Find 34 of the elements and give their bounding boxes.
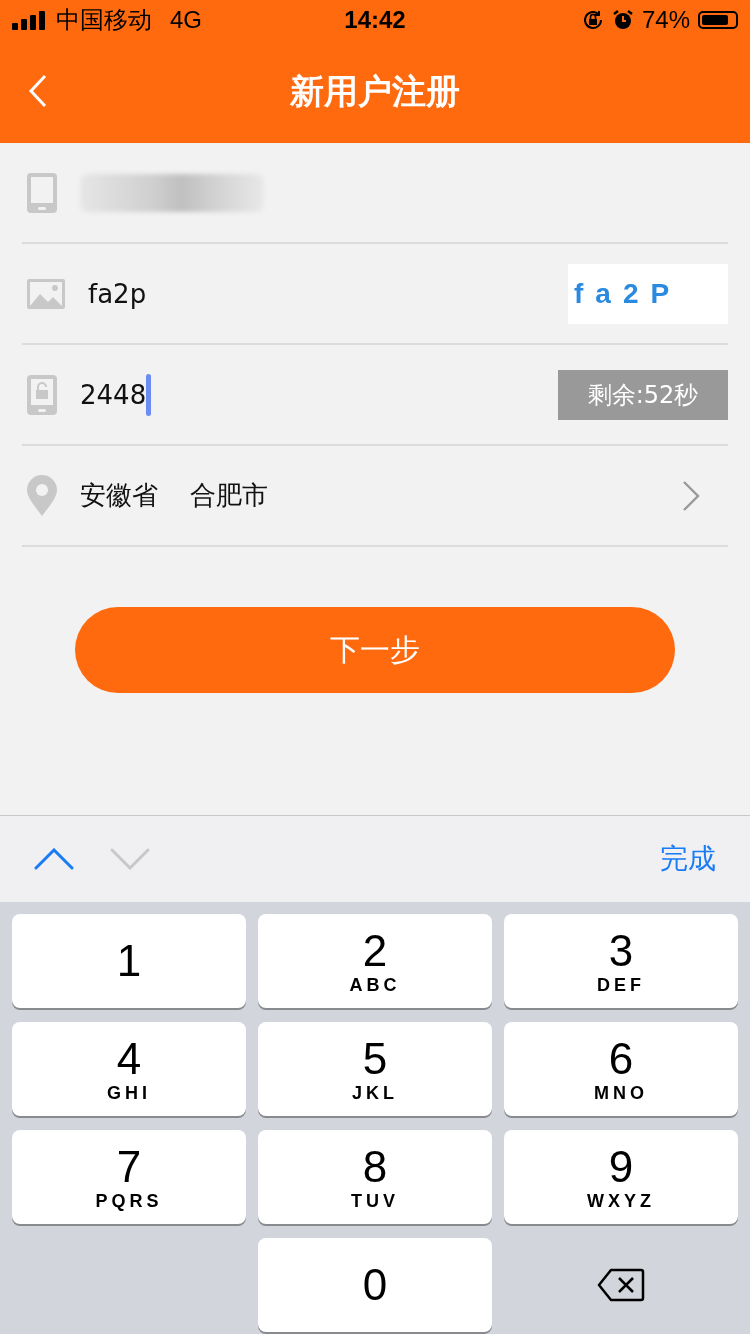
alarm-icon bbox=[611, 9, 634, 31]
carrier-name: 中国移动 bbox=[56, 5, 152, 35]
keypad-key[interactable]: 2 ABC bbox=[258, 914, 492, 1008]
chevron-right-icon[interactable] bbox=[682, 479, 700, 512]
captcha-input[interactable]: fa2p bbox=[88, 278, 147, 309]
phone-lock-icon bbox=[26, 373, 58, 416]
city-text[interactable]: 合肥市 bbox=[190, 478, 268, 513]
rotation-lock-icon bbox=[581, 9, 604, 31]
province-text[interactable]: 安徽省 bbox=[80, 478, 158, 513]
location-pin-icon bbox=[26, 474, 58, 517]
back-icon[interactable] bbox=[28, 74, 48, 108]
battery-percent: 74% bbox=[641, 6, 690, 34]
sms-code-input[interactable]: 2448 bbox=[80, 373, 152, 416]
clock: 14:42 bbox=[344, 6, 406, 34]
keypad-key[interactable]: 8 TUV bbox=[258, 1130, 492, 1224]
signal-icon bbox=[12, 10, 48, 30]
page-title: 新用户注册 bbox=[290, 69, 460, 113]
keypad-key[interactable]: 7 PQRS bbox=[12, 1130, 246, 1224]
captcha-image[interactable]: fa2P bbox=[568, 263, 728, 324]
keypad-key[interactable]: 9 WXYZ bbox=[504, 1130, 738, 1224]
battery-icon bbox=[698, 11, 738, 29]
previous-field-icon[interactable] bbox=[34, 848, 74, 870]
keypad-key[interactable]: 6 MNO bbox=[504, 1022, 738, 1116]
phone-icon bbox=[26, 171, 58, 214]
done-button[interactable]: 完成 bbox=[660, 840, 716, 878]
next-field-icon[interactable] bbox=[110, 848, 150, 870]
backspace-icon[interactable] bbox=[597, 1268, 645, 1302]
keypad-key[interactable]: 0 bbox=[258, 1238, 492, 1332]
network-type: 4G bbox=[170, 6, 202, 34]
keypad-key[interactable]: 4 GHI bbox=[12, 1022, 246, 1116]
keypad-key[interactable]: 3 DEF bbox=[504, 914, 738, 1008]
keypad-key[interactable]: 5 JKL bbox=[258, 1022, 492, 1116]
image-icon bbox=[26, 277, 66, 310]
keypad-key[interactable]: 1 bbox=[12, 914, 246, 1008]
